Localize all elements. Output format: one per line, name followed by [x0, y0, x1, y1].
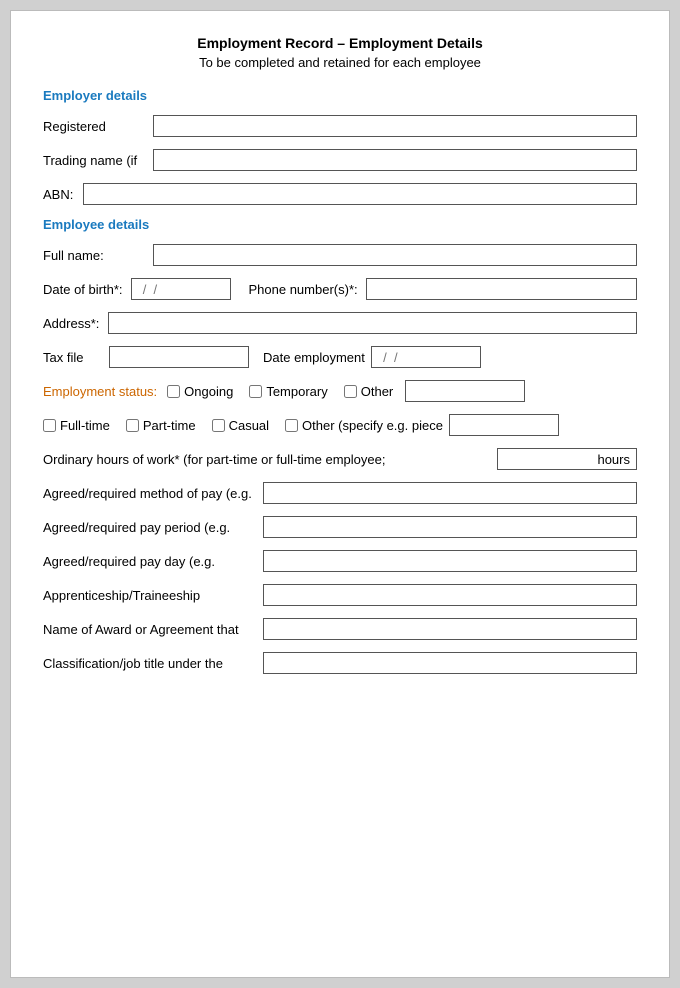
casual-group: Casual — [212, 418, 269, 433]
date-employment-input[interactable] — [371, 346, 481, 368]
apprenticeship-input[interactable] — [263, 584, 637, 606]
parttime-checkbox[interactable] — [126, 419, 139, 432]
hours-text-label: hours — [597, 452, 630, 467]
fulltime-checkbox[interactable] — [43, 419, 56, 432]
trading-name-input[interactable] — [153, 149, 637, 171]
pay-period-row: Agreed/required pay period (e.g. — [43, 516, 637, 538]
parttime-label: Part-time — [143, 418, 196, 433]
tax-date-row: Tax file Date employment — [43, 346, 637, 368]
hours-row: Ordinary hours of work* (for part-time o… — [43, 448, 637, 470]
tax-file-input[interactable] — [109, 346, 249, 368]
ongoing-group: Ongoing — [167, 384, 233, 399]
method-of-pay-label: Agreed/required method of pay (e.g. — [43, 486, 263, 501]
method-of-pay-row: Agreed/required method of pay (e.g. — [43, 482, 637, 504]
other-type-group: Other (specify e.g. piece — [285, 418, 443, 433]
other-type-checkbox[interactable] — [285, 419, 298, 432]
hours-label: Ordinary hours of work* (for part-time o… — [43, 452, 491, 467]
full-name-row: Full name: — [43, 244, 637, 266]
apprenticeship-label: Apprenticeship/Traineeship — [43, 588, 263, 603]
abn-input[interactable] — [83, 183, 637, 205]
abn-row: ABN: — [43, 183, 637, 205]
other-status-label: Other — [361, 384, 394, 399]
fulltime-label: Full-time — [60, 418, 110, 433]
award-input[interactable] — [263, 618, 637, 640]
full-name-label: Full name: — [43, 248, 153, 263]
full-name-input[interactable] — [153, 244, 637, 266]
date-employment-label: Date employment — [263, 350, 365, 365]
employee-section-header: Employee details — [43, 217, 637, 232]
trading-name-row: Trading name (if — [43, 149, 637, 171]
employment-status-row: Employment status: Ongoing Temporary Oth… — [43, 380, 637, 402]
employment-type-row: Full-time Part-time Casual Other (specif… — [43, 414, 637, 436]
ongoing-label: Ongoing — [184, 384, 233, 399]
registered-input[interactable] — [153, 115, 637, 137]
temporary-checkbox[interactable] — [249, 385, 262, 398]
registered-row: Registered — [43, 115, 637, 137]
pay-day-input[interactable] — [263, 550, 637, 572]
classification-label: Classification/job title under the — [43, 656, 263, 671]
trading-name-label: Trading name (if — [43, 153, 153, 168]
abn-label: ABN: — [43, 187, 83, 202]
award-label: Name of Award or Agreement that — [43, 622, 263, 637]
phone-label: Phone number(s)*: — [249, 282, 358, 297]
address-row: Address*: — [43, 312, 637, 334]
classification-row: Classification/job title under the — [43, 652, 637, 674]
fulltime-group: Full-time — [43, 418, 110, 433]
temporary-group: Temporary — [249, 384, 327, 399]
status-other-input[interactable] — [405, 380, 525, 402]
pay-period-label: Agreed/required pay period (e.g. — [43, 520, 263, 535]
employer-section-header: Employer details — [43, 88, 637, 103]
ongoing-checkbox[interactable] — [167, 385, 180, 398]
dob-phone-row: Date of birth*: Phone number(s)*: — [43, 278, 637, 300]
award-row: Name of Award or Agreement that — [43, 618, 637, 640]
parttime-group: Part-time — [126, 418, 196, 433]
other-status-checkbox[interactable] — [344, 385, 357, 398]
employment-status-label: Employment status: — [43, 384, 157, 399]
tax-file-label: Tax file — [43, 350, 103, 365]
phone-input[interactable] — [366, 278, 637, 300]
hours-input-wrap: hours — [497, 448, 637, 470]
other-specify-input[interactable] — [449, 414, 559, 436]
address-label: Address*: — [43, 316, 108, 331]
hours-input[interactable] — [531, 452, 591, 467]
pay-day-label: Agreed/required pay day (e.g. — [43, 554, 263, 569]
page-container: Employment Record – Employment Details T… — [10, 10, 670, 978]
address-input[interactable] — [108, 312, 637, 334]
apprenticeship-row: Apprenticeship/Traineeship — [43, 584, 637, 606]
pay-period-input[interactable] — [263, 516, 637, 538]
dob-input[interactable] — [131, 278, 231, 300]
classification-input[interactable] — [263, 652, 637, 674]
casual-checkbox[interactable] — [212, 419, 225, 432]
other-type-label: Other (specify e.g. piece — [302, 418, 443, 433]
dob-label: Date of birth*: — [43, 282, 123, 297]
pay-day-row: Agreed/required pay day (e.g. — [43, 550, 637, 572]
other-status-group: Other — [344, 384, 394, 399]
casual-label: Casual — [229, 418, 269, 433]
page-subtitle: To be completed and retained for each em… — [43, 55, 637, 70]
temporary-label: Temporary — [266, 384, 327, 399]
registered-label: Registered — [43, 119, 153, 134]
page-title: Employment Record – Employment Details — [43, 35, 637, 51]
method-of-pay-input[interactable] — [263, 482, 637, 504]
